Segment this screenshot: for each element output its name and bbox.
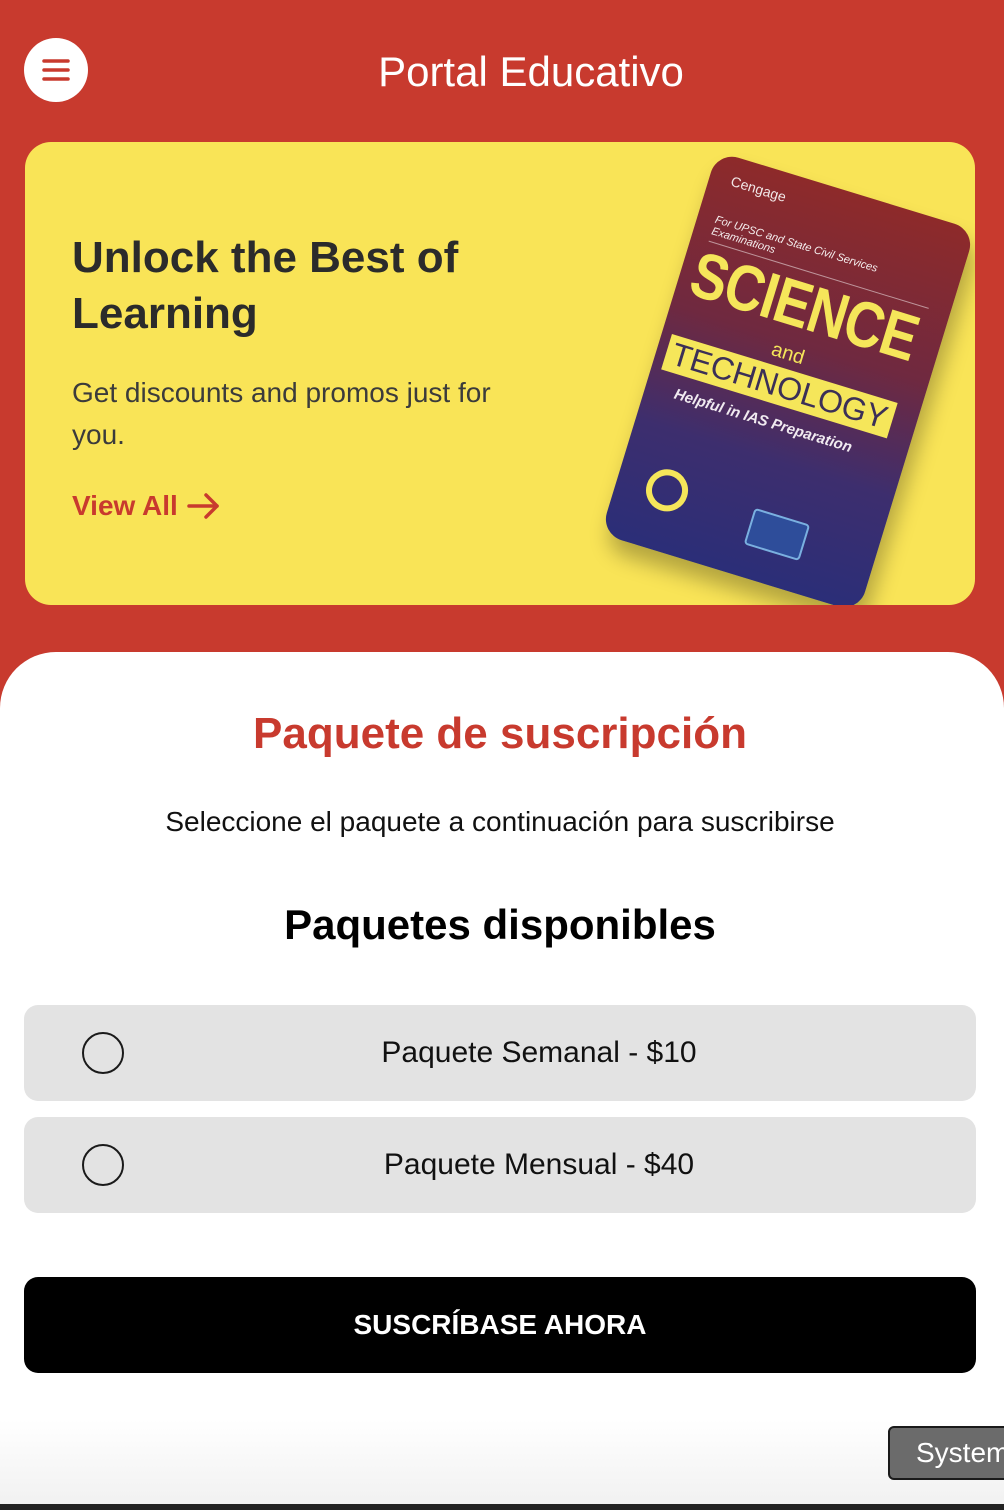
packages-heading: Paquetes disponibles bbox=[284, 901, 716, 948]
banner-title: Unlock the Best of Learning bbox=[72, 233, 459, 338]
bottom-divider bbox=[0, 1504, 1004, 1510]
package-option-monthly[interactable]: Paquete Mensual - $40 bbox=[24, 1117, 976, 1213]
package-option-weekly[interactable]: Paquete Semanal - $10 bbox=[24, 1005, 976, 1101]
subscription-subtitle: Seleccione el paquete a continuación par… bbox=[165, 806, 835, 837]
weekly-radio-button[interactable] bbox=[82, 1032, 124, 1074]
arrow-right-icon bbox=[187, 493, 219, 519]
subscription-title: Paquete de suscripción bbox=[253, 709, 747, 758]
package-label: Paquete Mensual - $40 bbox=[383, 1148, 695, 1181]
banner-subtitle: Get discounts and promos just for you. bbox=[72, 377, 491, 450]
app-header: Portal Educativo bbox=[0, 0, 1004, 142]
view-all-link[interactable]: View All bbox=[72, 490, 222, 522]
book-logo bbox=[743, 507, 811, 562]
system-button[interactable]: System bbox=[888, 1426, 1004, 1480]
book-edition-badge bbox=[640, 464, 694, 517]
app-title: Portal Educativo bbox=[378, 48, 684, 95]
package-label: Paquete Semanal - $10 bbox=[381, 1036, 697, 1069]
monthly-radio-button[interactable] bbox=[82, 1144, 124, 1186]
promo-banner[interactable]: Unlock the Best of Learning Get discount… bbox=[25, 142, 975, 605]
bottom-fade bbox=[0, 1420, 1004, 1506]
book-publisher: Cengage bbox=[729, 173, 789, 205]
subscribe-button[interactable]: SUSCRÍBASE AHORA bbox=[24, 1277, 976, 1373]
book-cover-image: Cengage For UPSC and State Civil Service… bbox=[600, 151, 975, 605]
view-all-label: View All bbox=[72, 490, 178, 521]
subscription-panel: Paquete de suscripción Seleccione el paq… bbox=[0, 652, 1004, 1510]
